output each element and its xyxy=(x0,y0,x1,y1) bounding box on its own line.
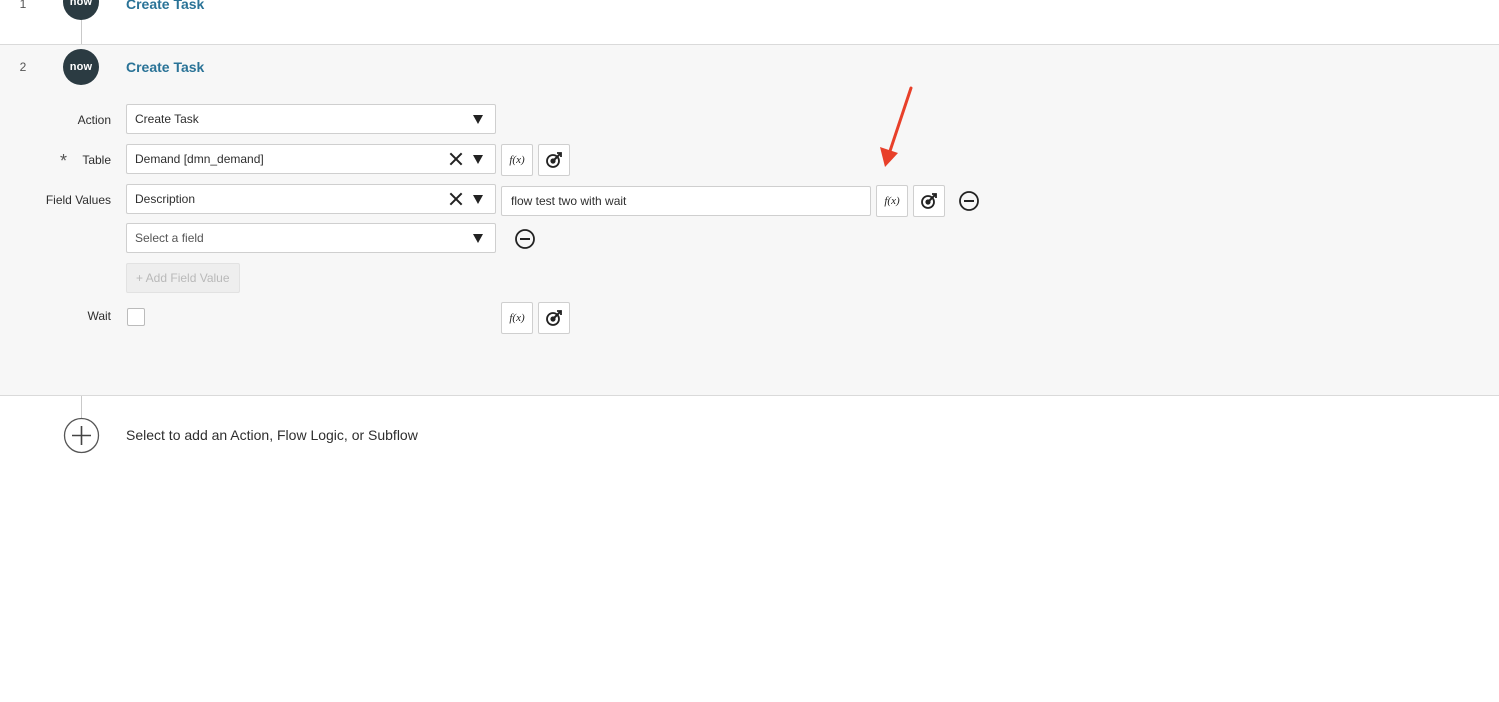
step-title-link[interactable]: Create Task xyxy=(126,59,204,75)
action-select[interactable]: Create Task xyxy=(126,104,496,134)
step-number: 1 xyxy=(19,0,27,11)
action-select-value: Create Task xyxy=(135,112,199,126)
remove-field-icon[interactable] xyxy=(514,228,536,250)
annotation-arrow xyxy=(880,86,913,167)
servicenow-logo-icon: now xyxy=(63,0,99,20)
wait-label: Wait xyxy=(87,309,111,323)
badge-text: now xyxy=(69,0,93,8)
step-number: 2 xyxy=(19,60,27,74)
function-button[interactable]: f(x) xyxy=(501,144,533,176)
table-select[interactable]: Demand [dmn_demand] xyxy=(126,144,496,174)
table-label: Table xyxy=(82,153,111,167)
add-step-plus-icon[interactable] xyxy=(63,417,100,454)
data-pill-picker-button[interactable] xyxy=(538,144,570,176)
new-field-select[interactable]: Select a field xyxy=(126,223,496,253)
data-pill-picker-icon xyxy=(921,193,937,209)
data-pill-picker-button[interactable] xyxy=(913,185,945,217)
data-pill-picker-icon xyxy=(546,310,562,326)
add-field-value-button[interactable]: + Add Field Value xyxy=(126,263,240,293)
data-pill-picker-icon xyxy=(546,152,562,168)
data-pill-picker-button[interactable] xyxy=(538,302,570,334)
add-field-value-label: + Add Field Value xyxy=(136,271,230,285)
clear-icon[interactable] xyxy=(449,192,463,206)
clear-icon[interactable] xyxy=(449,152,463,166)
step-title-link[interactable]: Create Task xyxy=(126,0,204,12)
function-icon: f(x) xyxy=(509,312,525,324)
function-button[interactable]: f(x) xyxy=(501,302,533,334)
badge-text: now xyxy=(69,61,93,73)
chevron-down-icon xyxy=(473,194,483,204)
function-icon: f(x) xyxy=(884,195,900,207)
remove-field-icon[interactable] xyxy=(958,190,980,212)
chevron-down-icon xyxy=(473,154,483,164)
new-field-placeholder: Select a field xyxy=(135,231,204,245)
field-select[interactable]: Description xyxy=(126,184,496,214)
field-values-label: Field Values xyxy=(45,193,111,207)
field-value-text: flow test two with wait xyxy=(511,194,627,208)
add-step-hint[interactable]: Select to add an Action, Flow Logic, or … xyxy=(126,427,418,443)
field-select-value: Description xyxy=(135,192,196,206)
chevron-down-icon xyxy=(473,233,483,243)
chevron-down-icon xyxy=(473,114,483,124)
function-icon: f(x) xyxy=(509,154,525,166)
action-label: Action xyxy=(77,113,111,127)
table-select-value: Demand [dmn_demand] xyxy=(135,152,264,166)
connector-line xyxy=(81,18,82,45)
function-button[interactable]: f(x) xyxy=(876,185,908,217)
field-value-input[interactable]: flow test two with wait xyxy=(501,186,871,216)
servicenow-logo-icon: now xyxy=(63,49,99,85)
wait-checkbox[interactable] xyxy=(127,308,145,326)
step-2-panel xyxy=(0,44,1499,396)
connector-line xyxy=(81,396,82,418)
